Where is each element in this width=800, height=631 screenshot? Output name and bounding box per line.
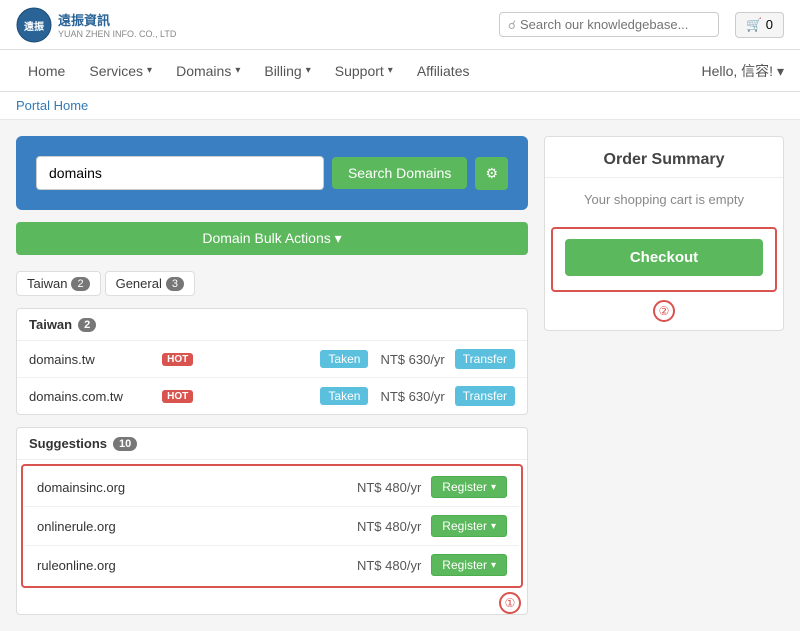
register-button[interactable]: Register ▾ <box>431 515 507 537</box>
top-navigation: 遠振 遠振資訊 YUAN ZHEN INFO. CO., LTD ☌ 🛒 0 <box>0 0 800 50</box>
right-panel: Order Summary Your shopping cart is empt… <box>544 136 784 331</box>
logo-text: 遠振資訊 YUAN ZHEN INFO. CO., LTD <box>58 10 176 39</box>
table-row: onlinerule.org NT$ 480/yr Register ▾ <box>25 507 519 546</box>
domain-search-input[interactable] <box>36 156 324 190</box>
domain-price: NT$ 630/yr <box>380 352 444 367</box>
knowledgebase-search-input[interactable] <box>520 17 710 32</box>
svg-text:遠振: 遠振 <box>24 20 44 33</box>
billing-dropdown-icon: ▾ <box>306 65 311 76</box>
user-menu[interactable]: Hello, 信容! ▾ <box>702 61 785 81</box>
suggestions-card: Suggestions 10 domainsinc.org NT$ 480/yr… <box>16 427 528 615</box>
nav-domains[interactable]: Domains ▾ <box>164 50 252 92</box>
domain-name: onlinerule.org <box>37 519 197 534</box>
status-badge: Taken <box>320 387 368 405</box>
left-panel: Search Domains ⚙ Domain Bulk Actions ▾ T… <box>16 136 528 615</box>
cart-count: 0 <box>766 17 773 32</box>
transfer-button[interactable]: Transfer <box>455 386 515 406</box>
taiwan-results-card: Taiwan 2 domains.tw HOT Taken NT$ 630/yr… <box>16 308 528 415</box>
checkout-area: Checkout <box>551 227 777 292</box>
annotation-circle-2-container: ② <box>545 300 783 330</box>
domain-search-settings-button[interactable]: ⚙ <box>475 157 508 190</box>
logo-icon: 遠振 <box>16 7 52 43</box>
register-button[interactable]: Register ▾ <box>431 554 507 576</box>
order-summary-card: Order Summary Your shopping cart is empt… <box>544 136 784 331</box>
search-icon: ☌ <box>508 18 516 32</box>
breadcrumb[interactable]: Portal Home <box>0 92 800 120</box>
domains-dropdown-icon: ▾ <box>235 65 240 76</box>
domain-search-box: Search Domains ⚙ <box>16 136 528 210</box>
checkout-button[interactable]: Checkout <box>565 239 763 276</box>
suggestions-header: Suggestions 10 <box>17 428 527 460</box>
order-summary-title: Order Summary <box>545 137 783 178</box>
annotation-circle-1: ① <box>499 592 521 614</box>
nav-home[interactable]: Home <box>16 50 77 92</box>
nav-services[interactable]: Services ▾ <box>77 50 164 92</box>
cart-icon: 🛒 <box>746 17 762 32</box>
result-tabs: Taiwan 2 General 3 <box>16 267 528 300</box>
table-row: ruleonline.org NT$ 480/yr Register ▾ <box>25 546 519 584</box>
domain-bulk-actions-button[interactable]: Domain Bulk Actions ▾ <box>16 222 528 255</box>
annotation-circle-2: ② <box>653 300 675 322</box>
register-dropdown-icon: ▾ <box>491 482 496 493</box>
domain-name: domainsinc.org <box>37 480 197 495</box>
domain-price: NT$ 480/yr <box>357 519 421 534</box>
domain-price: NT$ 630/yr <box>380 389 444 404</box>
status-badge: Taken <box>320 350 368 368</box>
domain-name: domains.com.tw <box>29 389 156 404</box>
main-navigation: Home Services ▾ Domains ▾ Billing ▾ Supp… <box>0 50 800 92</box>
transfer-button[interactable]: Transfer <box>455 349 515 369</box>
gear-icon: ⚙ <box>485 165 498 181</box>
tab-general[interactable]: General 3 <box>105 271 195 296</box>
logo: 遠振 遠振資訊 YUAN ZHEN INFO. CO., LTD <box>16 7 176 43</box>
order-summary-empty-text: Your shopping cart is empty <box>545 178 783 221</box>
cart-button[interactable]: 🛒 0 <box>735 12 784 38</box>
nav-support[interactable]: Support ▾ <box>323 50 405 92</box>
nav-affiliates[interactable]: Affiliates <box>405 50 482 92</box>
register-dropdown-icon: ▾ <box>491 560 496 571</box>
table-row: domainsinc.org NT$ 480/yr Register ▾ <box>25 468 519 507</box>
register-button[interactable]: Register ▾ <box>431 476 507 498</box>
domain-name: domains.tw <box>29 352 156 367</box>
support-dropdown-icon: ▾ <box>388 65 393 76</box>
tab-taiwan[interactable]: Taiwan 2 <box>16 271 101 296</box>
search-domains-button[interactable]: Search Domains <box>332 157 468 189</box>
domain-name: ruleonline.org <box>37 558 197 573</box>
knowledgebase-search[interactable]: ☌ <box>499 12 719 37</box>
services-dropdown-icon: ▾ <box>147 65 152 76</box>
table-row: domains.com.tw HOT Taken NT$ 630/yr Tran… <box>17 378 527 414</box>
domain-price: NT$ 480/yr <box>357 558 421 573</box>
page-content: Search Domains ⚙ Domain Bulk Actions ▾ T… <box>0 120 800 631</box>
register-dropdown-icon: ▾ <box>491 521 496 532</box>
nav-billing[interactable]: Billing ▾ <box>252 50 322 92</box>
taiwan-section-header: Taiwan 2 <box>17 309 527 341</box>
domain-price: NT$ 480/yr <box>357 480 421 495</box>
table-row: domains.tw HOT Taken NT$ 630/yr Transfer <box>17 341 527 378</box>
hot-badge: HOT <box>162 353 193 366</box>
hot-badge: HOT <box>162 390 193 403</box>
